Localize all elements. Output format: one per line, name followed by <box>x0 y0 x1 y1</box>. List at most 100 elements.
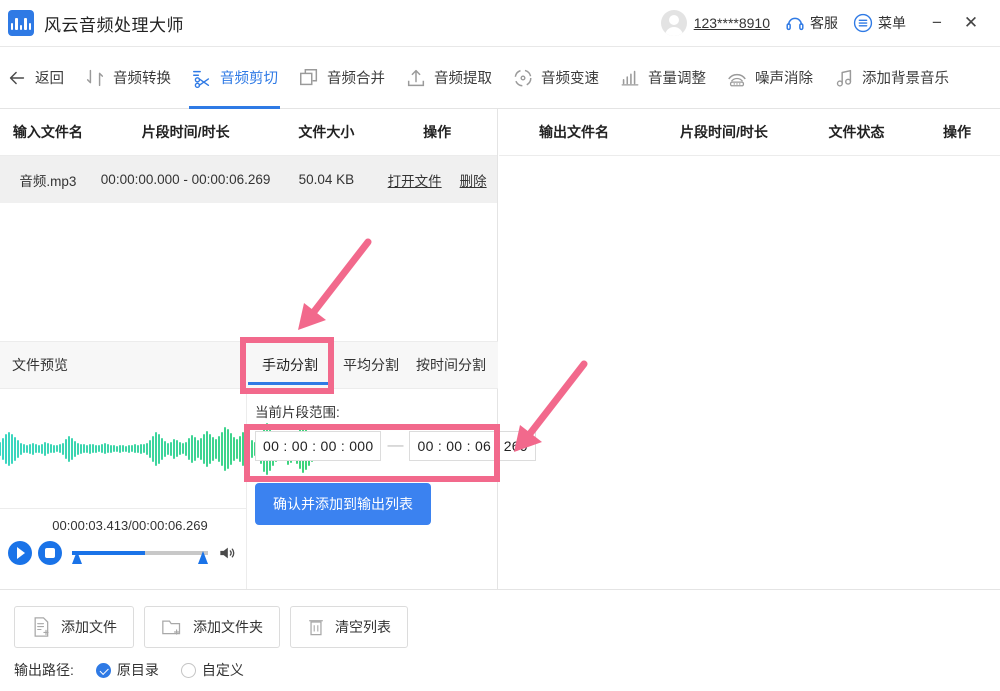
tool-audio-convert[interactable]: 音频转换 <box>74 47 181 109</box>
menu-label: 菜单 <box>878 15 906 31</box>
input-pane: 输入文件名 片段时间/时长 文件大小 操作 音频.mp3 00:00:00.00… <box>0 109 536 589</box>
tool-label: 音频剪切 <box>220 71 278 87</box>
noise-icon <box>728 73 746 86</box>
avatar[interactable] <box>660 10 687 36</box>
radio-custom-dir[interactable]: 自定义 <box>180 660 244 680</box>
cell-filesize: 50.04 KB <box>298 172 355 187</box>
radio-check-icon <box>95 662 111 678</box>
tool-volume-adjust[interactable]: 音量调整 <box>609 47 716 109</box>
feature-toolbar: 返回 音频转换 音频剪切 音频合并 音频提取 音频变速 音量调整 噪声消除 添加… <box>0 47 1000 109</box>
col-output-filename: 输出文件名 <box>539 124 609 140</box>
customer-service-button[interactable]: 客服 <box>784 12 838 34</box>
tab-manual-split[interactable]: 手动分割 <box>246 341 334 389</box>
start-time-input[interactable]: 00 : 00 : 00 : 000 <box>255 431 382 461</box>
minimize-button[interactable]: − <box>920 13 954 33</box>
tool-label: 音频合并 <box>327 71 385 87</box>
range-separator: — <box>387 437 404 454</box>
radio-original-label: 原目录 <box>116 662 159 678</box>
tool-label: 音频提取 <box>434 71 492 87</box>
audio-player: 00:00:03.413/00:00:06.269 <box>0 509 246 589</box>
add-file-label: 添加文件 <box>61 619 117 635</box>
open-file-link[interactable]: 打开文件 <box>388 170 442 190</box>
add-folder-label: 添加文件夹 <box>193 619 263 635</box>
menu-list-icon <box>853 13 873 33</box>
tool-audio-merge[interactable]: 音频合并 <box>288 47 395 109</box>
back-label: 返回 <box>35 71 64 87</box>
extract-icon <box>407 69 425 86</box>
tab-label: 平均分割 <box>343 357 399 373</box>
col-file-status: 文件状态 <box>828 124 885 140</box>
tool-label: 噪声消除 <box>755 71 813 87</box>
seek-mark-end[interactable] <box>198 551 208 564</box>
output-path-row: 输出路径: 原目录 自定义 <box>14 660 244 680</box>
preview-label: 文件预览 <box>12 357 68 373</box>
headset-icon <box>786 17 804 31</box>
title-bar-right: 123****8910 客服 菜单 − ✕ <box>660 10 1000 36</box>
app-title: 风云音频处理大师 <box>44 15 184 35</box>
play-icon[interactable] <box>8 541 32 565</box>
radio-original-dir[interactable]: 原目录 <box>95 660 159 680</box>
scissors-icon <box>193 70 210 88</box>
app-logo-icon <box>8 10 34 36</box>
tool-audio-extract[interactable]: 音频提取 <box>395 47 502 109</box>
main-area: 输入文件名 片段时间/时长 文件大小 操作 音频.mp3 00:00:00.00… <box>0 109 1000 589</box>
seek-slider[interactable] <box>72 542 208 564</box>
merge-icon <box>300 68 318 85</box>
range-label: 当前片段范围: <box>255 405 340 420</box>
input-table-header: 输入文件名 片段时间/时长 文件大小 操作 <box>0 109 497 156</box>
tab-label: 手动分割 <box>262 357 318 373</box>
split-settings-panel: 当前片段范围: 00 : 00 : 00 : 000 — 00 : 00 : 0… <box>246 389 536 589</box>
convert-icon <box>86 69 104 86</box>
col-filesize: 文件大小 <box>298 124 355 140</box>
tab-average-split[interactable]: 平均分割 <box>334 341 408 389</box>
trash-icon <box>309 620 323 636</box>
tool-label: 音频转换 <box>113 71 171 87</box>
confirm-add-to-output-button[interactable]: 确认并添加到输出列表 <box>255 483 431 525</box>
file-add-icon <box>34 617 49 637</box>
output-path-label: 输出路径: <box>14 662 74 678</box>
seek-fill <box>72 551 146 555</box>
speed-icon <box>514 68 532 87</box>
volume-bars-icon <box>621 70 639 85</box>
add-file-button[interactable]: 添加文件 <box>14 606 134 648</box>
radio-custom-label: 自定义 <box>201 662 244 678</box>
delete-file-link[interactable]: 删除 <box>460 170 487 190</box>
back-button[interactable]: 返回 <box>0 47 74 109</box>
seek-mark-start[interactable] <box>72 551 82 564</box>
app-window: 风云音频处理大师 123****8910 客服 菜单 − ✕ 返回 音频转换 音… <box>0 0 1000 691</box>
customer-service-label: 客服 <box>810 15 838 31</box>
stop-icon[interactable] <box>38 541 62 565</box>
output-table-header: 输出文件名 片段时间/时长 文件状态 操作 <box>499 109 1000 156</box>
menu-button[interactable]: 菜单 <box>852 12 906 34</box>
tool-audio-cut[interactable]: 音频剪切 <box>181 47 288 109</box>
col-output-segment: 片段时间/时长 <box>680 124 768 140</box>
tool-label: 音量调整 <box>648 71 706 87</box>
tool-noise-remove[interactable]: 噪声消除 <box>716 47 823 109</box>
folder-add-icon <box>162 620 181 635</box>
clear-list-button[interactable]: 清空列表 <box>290 606 408 648</box>
cell-segment: 00:00:00.000 - 00:00:06.269 <box>100 172 271 187</box>
range-inputs: 00 : 00 : 00 : 000 — 00 : 00 : 06 : 269 <box>247 421 536 461</box>
close-button[interactable]: ✕ <box>954 13 988 33</box>
player-controls <box>0 541 246 565</box>
col-actions: 操作 <box>423 124 452 140</box>
tool-audio-speed[interactable]: 音频变速 <box>502 47 609 109</box>
cell-actions: 打开文件 删除 <box>377 170 497 190</box>
cell-filename: 音频.mp3 <box>19 173 77 189</box>
music-note-icon <box>836 69 852 87</box>
tab-by-time-split[interactable]: 按时间分割 <box>408 341 494 389</box>
add-folder-button[interactable]: 添加文件夹 <box>144 606 280 648</box>
title-bar: 风云音频处理大师 123****8910 客服 菜单 − ✕ <box>0 0 1000 47</box>
account-label[interactable]: 123****8910 <box>694 15 770 31</box>
waveform-panel[interactable] <box>0 389 379 509</box>
col-segment-time: 片段时间/时长 <box>141 124 230 140</box>
file-action-buttons: 添加文件 添加文件夹 清空列表 <box>14 606 408 648</box>
playback-time: 00:00:03.413/00:00:06.269 <box>52 518 208 533</box>
tool-add-bgm[interactable]: 添加背景音乐 <box>823 47 959 109</box>
speaker-glyph <box>220 547 235 559</box>
bottom-bar: 添加文件 添加文件夹 清空列表 输出路径: 原目录 自定义 <box>0 589 1000 691</box>
speaker-icon[interactable] <box>216 543 238 563</box>
output-pane: 输出文件名 片段时间/时长 文件状态 操作 <box>499 109 1000 589</box>
col-input-filename: 输入文件名 <box>12 124 83 140</box>
table-row[interactable]: 音频.mp3 00:00:00.000 - 00:00:06.269 50.04… <box>0 156 497 203</box>
